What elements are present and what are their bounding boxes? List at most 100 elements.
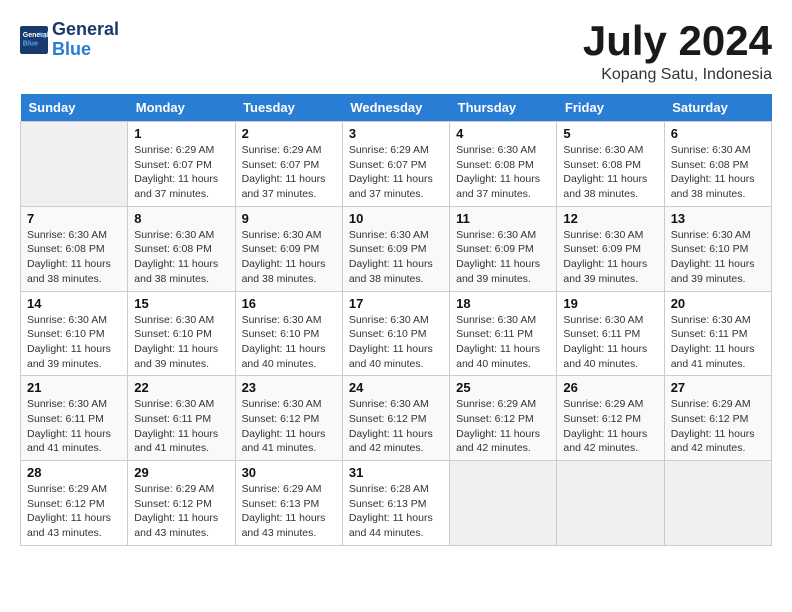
calendar-cell: 10 Sunrise: 6:30 AM Sunset: 6:09 PM Dayli…	[342, 206, 449, 291]
day-info: Sunrise: 6:30 AM Sunset: 6:08 PM Dayligh…	[134, 228, 228, 287]
calendar-cell: 29 Sunrise: 6:29 AM Sunset: 6:12 PM Dayli…	[128, 461, 235, 546]
calendar-cell: 22 Sunrise: 6:30 AM Sunset: 6:11 PM Dayli…	[128, 376, 235, 461]
calendar-cell: 7 Sunrise: 6:30 AM Sunset: 6:08 PM Daylig…	[21, 206, 128, 291]
calendar-cell: 24 Sunrise: 6:30 AM Sunset: 6:12 PM Dayli…	[342, 376, 449, 461]
page-header: General Blue General Blue July 2024 Kopa…	[20, 20, 772, 84]
day-info: Sunrise: 6:30 AM Sunset: 6:08 PM Dayligh…	[27, 228, 121, 287]
day-number: 22	[134, 380, 228, 395]
day-number: 10	[349, 211, 443, 226]
day-info: Sunrise: 6:29 AM Sunset: 6:13 PM Dayligh…	[242, 482, 336, 541]
calendar-cell	[664, 461, 771, 546]
calendar-cell: 20Sunrise: 6:30 AM Sunset: 6:11 PM Dayli…	[664, 291, 771, 376]
calendar-cell: 18Sunrise: 6:30 AM Sunset: 6:11 PM Dayli…	[450, 291, 557, 376]
calendar-cell: 11 Sunrise: 6:30 AM Sunset: 6:09 PM Dayli…	[450, 206, 557, 291]
calendar-cell	[557, 461, 664, 546]
day-info: Sunrise: 6:30 AM Sunset: 6:09 PM Dayligh…	[349, 228, 443, 287]
calendar-cell	[450, 461, 557, 546]
day-info: Sunrise: 6:29 AM Sunset: 6:07 PM Dayligh…	[349, 143, 443, 202]
title-section: July 2024 Kopang Satu, Indonesia	[583, 20, 772, 84]
day-info: Sunrise: 6:30 AM Sunset: 6:10 PM Dayligh…	[27, 313, 121, 372]
day-info: Sunrise: 6:30 AM Sunset: 6:08 PM Dayligh…	[563, 143, 657, 202]
day-info: Sunrise: 6:30 AM Sunset: 6:11 PM Dayligh…	[563, 313, 657, 372]
day-header-wednesday: Wednesday	[342, 94, 449, 122]
day-number: 27	[671, 380, 765, 395]
day-number: 26	[563, 380, 657, 395]
day-info: Sunrise: 6:29 AM Sunset: 6:07 PM Dayligh…	[134, 143, 228, 202]
calendar-cell: 15 Sunrise: 6:30 AM Sunset: 6:10 PM Dayli…	[128, 291, 235, 376]
days-header-row: SundayMondayTuesdayWednesdayThursdayFrid…	[21, 94, 772, 122]
day-info: Sunrise: 6:29 AM Sunset: 6:12 PM Dayligh…	[563, 397, 657, 456]
calendar-week-2: 7 Sunrise: 6:30 AM Sunset: 6:08 PM Daylig…	[21, 206, 772, 291]
calendar-cell: 25 Sunrise: 6:29 AM Sunset: 6:12 PM Dayli…	[450, 376, 557, 461]
day-header-friday: Friday	[557, 94, 664, 122]
day-number: 11	[456, 211, 550, 226]
day-header-thursday: Thursday	[450, 94, 557, 122]
day-number: 16	[242, 296, 336, 311]
calendar-cell: 8 Sunrise: 6:30 AM Sunset: 6:08 PM Daylig…	[128, 206, 235, 291]
calendar-cell: 16 Sunrise: 6:30 AM Sunset: 6:10 PM Dayli…	[235, 291, 342, 376]
calendar-cell: 5 Sunrise: 6:30 AM Sunset: 6:08 PM Daylig…	[557, 122, 664, 207]
day-info: Sunrise: 6:30 AM Sunset: 6:12 PM Dayligh…	[349, 397, 443, 456]
month-year: July 2024	[583, 20, 772, 62]
calendar-cell: 4Sunrise: 6:30 AM Sunset: 6:08 PM Daylig…	[450, 122, 557, 207]
day-number: 29	[134, 465, 228, 480]
day-number: 21	[27, 380, 121, 395]
calendar-week-4: 21 Sunrise: 6:30 AM Sunset: 6:11 PM Dayli…	[21, 376, 772, 461]
calendar-cell: 6Sunrise: 6:30 AM Sunset: 6:08 PM Daylig…	[664, 122, 771, 207]
day-info: Sunrise: 6:30 AM Sunset: 6:12 PM Dayligh…	[242, 397, 336, 456]
calendar-cell: 12 Sunrise: 6:30 AM Sunset: 6:09 PM Dayli…	[557, 206, 664, 291]
day-number: 23	[242, 380, 336, 395]
day-number: 17	[349, 296, 443, 311]
day-number: 19	[563, 296, 657, 311]
day-info: Sunrise: 6:29 AM Sunset: 6:12 PM Dayligh…	[456, 397, 550, 456]
day-number: 3	[349, 126, 443, 141]
day-info: Sunrise: 6:30 AM Sunset: 6:10 PM Dayligh…	[349, 313, 443, 372]
day-number: 25	[456, 380, 550, 395]
day-info: Sunrise: 6:30 AM Sunset: 6:10 PM Dayligh…	[242, 313, 336, 372]
location: Kopang Satu, Indonesia	[583, 66, 772, 84]
day-number: 4	[456, 126, 550, 141]
day-info: Sunrise: 6:30 AM Sunset: 6:09 PM Dayligh…	[456, 228, 550, 287]
day-header-monday: Monday	[128, 94, 235, 122]
calendar-cell: 9Sunrise: 6:30 AM Sunset: 6:09 PM Daylig…	[235, 206, 342, 291]
calendar-cell: 21 Sunrise: 6:30 AM Sunset: 6:11 PM Dayli…	[21, 376, 128, 461]
day-info: Sunrise: 6:30 AM Sunset: 6:10 PM Dayligh…	[671, 228, 765, 287]
day-number: 15	[134, 296, 228, 311]
day-number: 13	[671, 211, 765, 226]
logo: General Blue General Blue	[20, 20, 119, 60]
day-number: 8	[134, 211, 228, 226]
calendar-cell: 30Sunrise: 6:29 AM Sunset: 6:13 PM Dayli…	[235, 461, 342, 546]
logo-text-general: General	[52, 20, 119, 40]
calendar-cell: 28Sunrise: 6:29 AM Sunset: 6:12 PM Dayli…	[21, 461, 128, 546]
calendar-week-3: 14Sunrise: 6:30 AM Sunset: 6:10 PM Dayli…	[21, 291, 772, 376]
day-number: 31	[349, 465, 443, 480]
calendar-cell	[21, 122, 128, 207]
calendar-week-1: 1Sunrise: 6:29 AM Sunset: 6:07 PM Daylig…	[21, 122, 772, 207]
day-info: Sunrise: 6:30 AM Sunset: 6:10 PM Dayligh…	[134, 313, 228, 372]
day-number: 24	[349, 380, 443, 395]
svg-text:Blue: Blue	[23, 40, 38, 47]
day-header-tuesday: Tuesday	[235, 94, 342, 122]
day-number: 20	[671, 296, 765, 311]
day-info: Sunrise: 6:30 AM Sunset: 6:11 PM Dayligh…	[27, 397, 121, 456]
day-number: 18	[456, 296, 550, 311]
calendar-cell: 3 Sunrise: 6:29 AM Sunset: 6:07 PM Daylig…	[342, 122, 449, 207]
calendar-week-5: 28Sunrise: 6:29 AM Sunset: 6:12 PM Dayli…	[21, 461, 772, 546]
day-info: Sunrise: 6:30 AM Sunset: 6:09 PM Dayligh…	[563, 228, 657, 287]
calendar-cell: 26 Sunrise: 6:29 AM Sunset: 6:12 PM Dayli…	[557, 376, 664, 461]
day-info: Sunrise: 6:29 AM Sunset: 6:12 PM Dayligh…	[134, 482, 228, 541]
calendar-cell: 14Sunrise: 6:30 AM Sunset: 6:10 PM Dayli…	[21, 291, 128, 376]
svg-text:General: General	[23, 32, 48, 39]
day-info: Sunrise: 6:30 AM Sunset: 6:09 PM Dayligh…	[242, 228, 336, 287]
day-number: 5	[563, 126, 657, 141]
logo-icon: General Blue	[20, 26, 48, 54]
day-info: Sunrise: 6:29 AM Sunset: 6:12 PM Dayligh…	[671, 397, 765, 456]
day-info: Sunrise: 6:30 AM Sunset: 6:11 PM Dayligh…	[134, 397, 228, 456]
day-number: 7	[27, 211, 121, 226]
calendar-cell: 13 Sunrise: 6:30 AM Sunset: 6:10 PM Dayli…	[664, 206, 771, 291]
calendar-cell: 2Sunrise: 6:29 AM Sunset: 6:07 PM Daylig…	[235, 122, 342, 207]
day-number: 12	[563, 211, 657, 226]
calendar-cell: 19 Sunrise: 6:30 AM Sunset: 6:11 PM Dayli…	[557, 291, 664, 376]
day-info: Sunrise: 6:29 AM Sunset: 6:12 PM Dayligh…	[27, 482, 121, 541]
calendar-cell: 1Sunrise: 6:29 AM Sunset: 6:07 PM Daylig…	[128, 122, 235, 207]
